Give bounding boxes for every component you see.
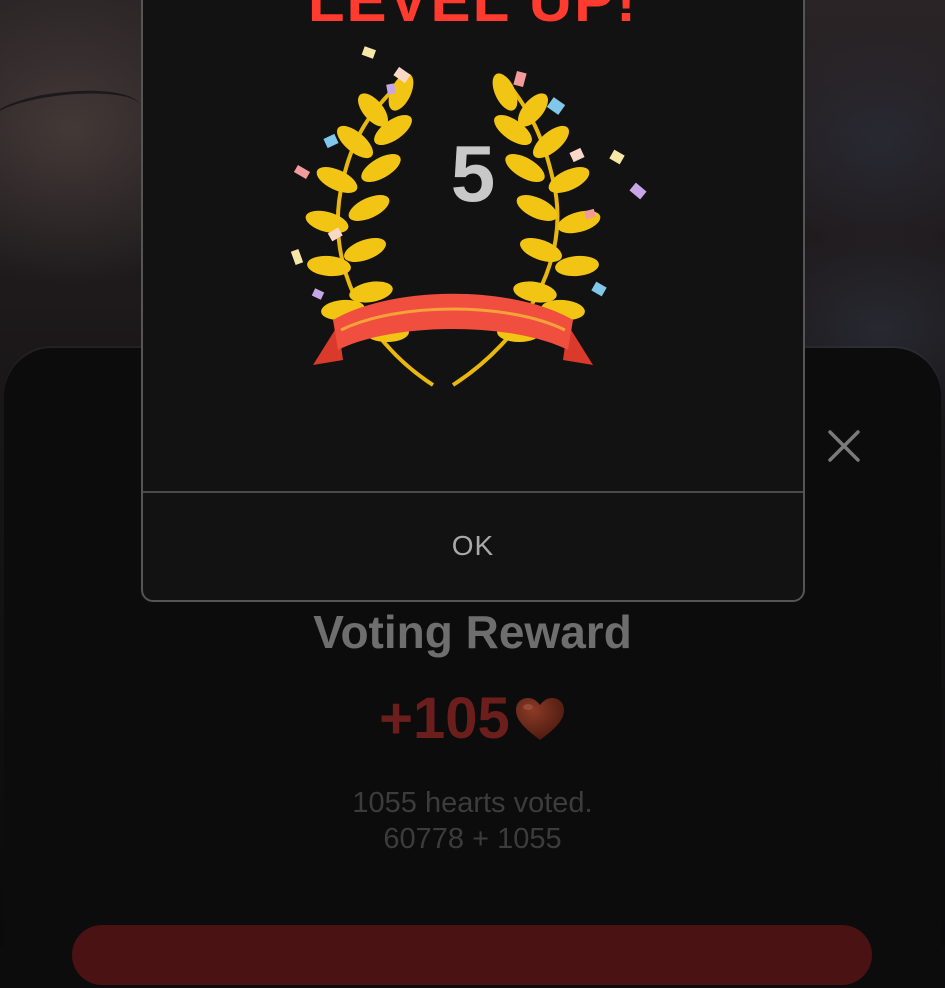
- reward-amount: +105: [0, 685, 945, 756]
- reward-title: Voting Reward: [313, 606, 632, 658]
- hearts-total-text: 60778 + 1055: [383, 823, 562, 855]
- level-up-dialog: LEVEL UP! 5 OK: [141, 0, 805, 602]
- close-button[interactable]: [822, 424, 866, 468]
- laurel-wreath-icon: [290, 46, 647, 387]
- confirm-button[interactable]: [72, 925, 872, 985]
- background-cable: [0, 84, 142, 143]
- ok-button[interactable]: OK: [143, 493, 803, 598]
- level-up-heading: LEVEL UP!: [307, 0, 639, 34]
- level-number: 5: [450, 129, 496, 218]
- hearts-voted-text: 1055 hearts voted.: [352, 787, 593, 819]
- heart-icon: [514, 689, 566, 756]
- reward-amount-value: +105: [379, 686, 510, 751]
- close-icon: [828, 430, 860, 462]
